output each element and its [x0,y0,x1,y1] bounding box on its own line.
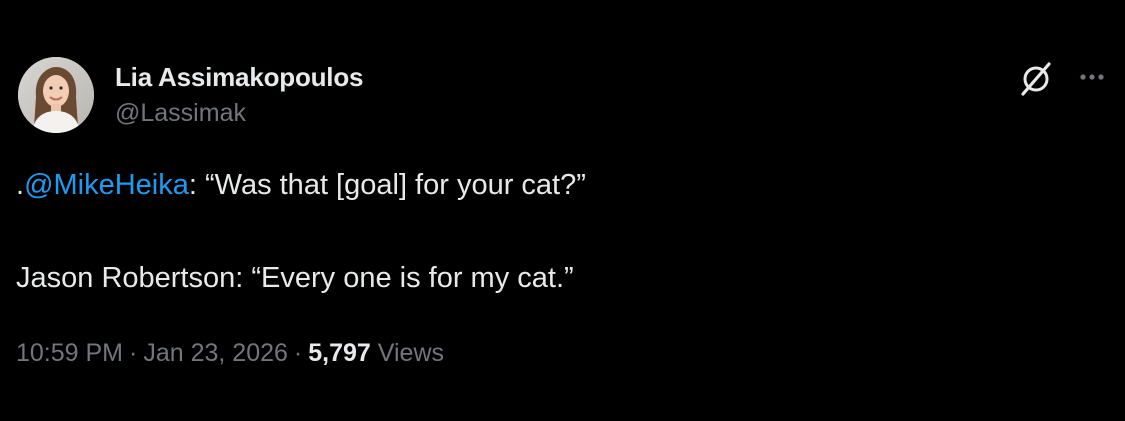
author-block: Lia Assimakopoulos @Lassimak [115,60,363,130]
meta-separator: · [129,339,138,367]
grok-icon[interactable] [1017,60,1055,98]
tweet-date[interactable]: Jan 23, 2026 [143,339,288,367]
tweet-text-line-1: .@MikeHeika: “Was that [goal] for your c… [16,166,586,204]
meta-separator: · [293,339,303,367]
tweet-time[interactable]: 10:59 PM [16,339,123,367]
tweet-text-line-2: Jason Robertson: “Every one is for my ca… [16,262,574,294]
tweet-text-quote-1: : “Was that [goal] for your cat?” [188,169,586,201]
more-horizontal-icon[interactable] [1077,62,1107,92]
author-display-name[interactable]: Lia Assimakopoulos [115,60,363,94]
mention-link[interactable]: @MikeHeika [24,169,189,201]
tweet-text-prefix: . [16,169,25,201]
views-count: 5,797 [308,339,371,367]
tweet: Lia Assimakopoulos @Lassimak .@MikeHeika… [0,0,1125,421]
views-label: Views [377,339,445,367]
tweet-meta: 10:59 PM · Jan 23, 2026 · 5,797 Views [16,336,444,370]
author-handle[interactable]: @Lassimak [115,96,363,130]
avatar[interactable] [18,57,94,133]
